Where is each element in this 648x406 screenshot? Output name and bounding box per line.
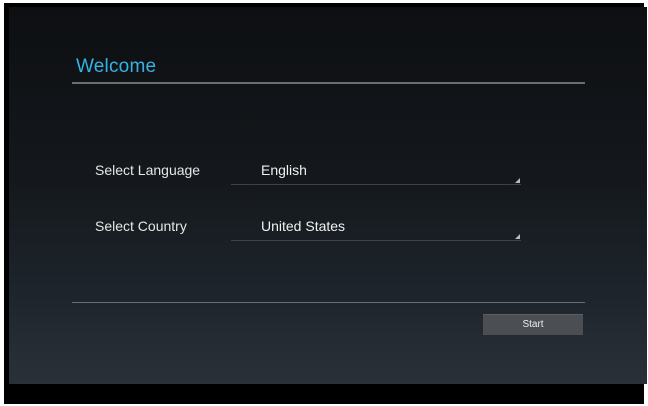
language-spinner[interactable]: English: [231, 158, 521, 185]
device-frame: Welcome Select Language English Select C…: [4, 3, 647, 404]
dropdown-corner-icon: [515, 234, 520, 239]
start-button[interactable]: Start: [483, 314, 583, 335]
country-value: United States: [261, 218, 346, 234]
page-title: Welcome: [76, 56, 157, 77]
country-spinner[interactable]: United States: [231, 214, 521, 241]
language-label: Select Language: [95, 162, 201, 178]
welcome-screen: Welcome Select Language English Select C…: [9, 7, 647, 384]
footer-divider: [72, 302, 585, 303]
title-divider: [72, 82, 585, 84]
language-value: English: [261, 162, 307, 178]
country-label: Select Country: [95, 218, 187, 234]
dropdown-corner-icon: [515, 178, 520, 183]
